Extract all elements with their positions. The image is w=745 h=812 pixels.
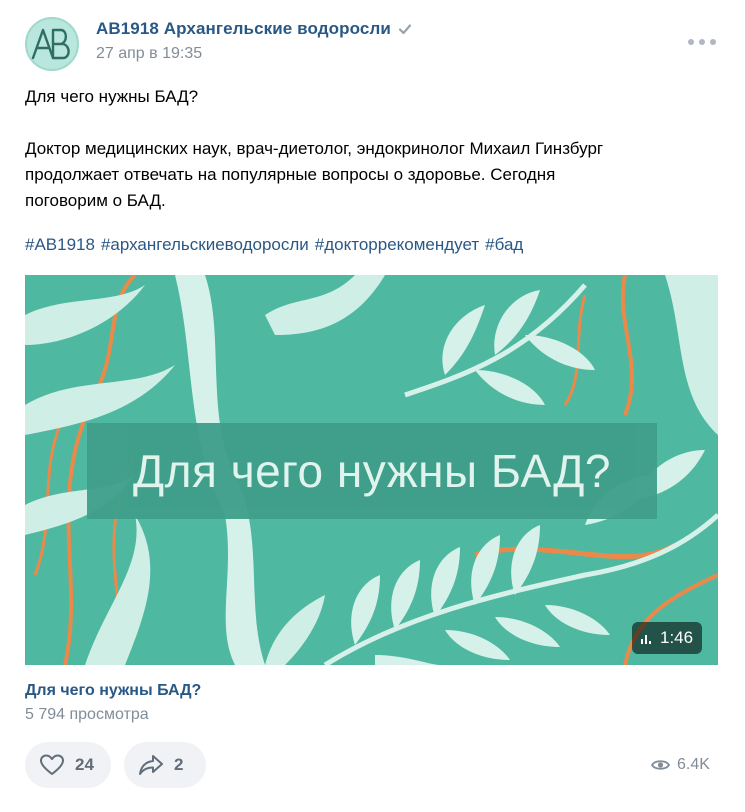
post-text-title: Для чего нужны БАД? bbox=[25, 87, 199, 106]
views-count: 6.4K bbox=[677, 756, 710, 773]
post-date[interactable]: 27 апр в 19:35 bbox=[96, 45, 202, 63]
dot bbox=[688, 39, 694, 45]
share-count: 2 bbox=[174, 755, 184, 774]
hashtag-link[interactable]: #бад bbox=[485, 232, 523, 258]
author-name[interactable]: AB1918 Архангельские водоросли bbox=[96, 19, 391, 39]
more-dots-icon[interactable] bbox=[688, 36, 716, 48]
video-overlay-band: Для чего нужны БАД? bbox=[87, 423, 657, 519]
hashtag-link[interactable]: #докторрекомендует bbox=[315, 232, 479, 258]
share-arrow-icon bbox=[139, 755, 163, 775]
dot bbox=[699, 39, 705, 45]
bar-chart-icon bbox=[641, 632, 653, 644]
post-views: 6.4K bbox=[651, 756, 710, 774]
video-player[interactable]: Для чего нужны БАД? 1:46 bbox=[25, 275, 718, 665]
post-card: AB1918 Архангельские водоросли 27 апр в … bbox=[0, 0, 745, 812]
share-button[interactable]: 2 bbox=[124, 742, 206, 788]
hashtag-link[interactable]: #AB1918 bbox=[25, 232, 95, 258]
hashtags: #AB1918 #архангельскиеводоросли #докторр… bbox=[25, 232, 523, 258]
video-duration-badge: 1:46 bbox=[632, 622, 703, 654]
avatar[interactable] bbox=[25, 17, 79, 71]
post-text-line: продолжает отвечать на популярные вопрос… bbox=[25, 165, 556, 184]
ab-logo-icon bbox=[31, 28, 70, 60]
eye-icon bbox=[651, 760, 670, 770]
hashtag-link[interactable]: #архангельскиеводоросли bbox=[101, 232, 309, 258]
post-text: Для чего нужны БАД? Доктор медицинских н… bbox=[25, 84, 725, 214]
video-duration: 1:46 bbox=[660, 628, 694, 647]
dot bbox=[710, 39, 716, 45]
post-text-line: поговорим о БАД. bbox=[25, 191, 166, 210]
author-line: AB1918 Архангельские водоросли bbox=[96, 19, 413, 39]
post-text-line: Доктор медицинских наук, врач-диетолог, … bbox=[25, 139, 604, 158]
like-button[interactable]: 24 bbox=[25, 742, 111, 788]
video-views: 5 794 просмотра bbox=[25, 706, 149, 723]
heart-icon bbox=[40, 754, 64, 775]
verified-check-icon bbox=[398, 24, 412, 35]
like-count: 24 bbox=[75, 755, 94, 774]
video-overlay-title: Для чего нужны БАД? bbox=[133, 445, 611, 497]
video-title-link[interactable]: Для чего нужны БАД? bbox=[25, 682, 201, 700]
